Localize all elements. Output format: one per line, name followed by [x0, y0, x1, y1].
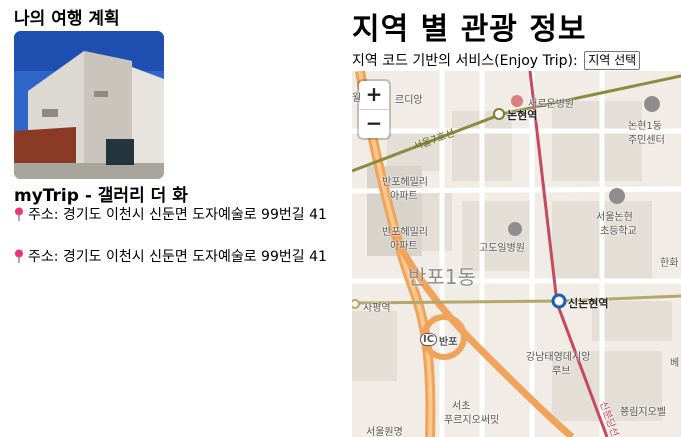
map-label: 서울논현 — [596, 212, 633, 223]
map-label: 반포 — [439, 337, 458, 348]
service-label: 지역 코드 기반의 서비스(Enjoy Trip): — [352, 53, 578, 69]
trip-name: myTrip - 갤러리 더 화 — [14, 186, 188, 206]
trip-plan-title: 나의 여행 계획 — [14, 9, 120, 29]
map-label: 베 — [670, 358, 680, 369]
zoom-out-button[interactable]: − — [359, 110, 389, 138]
address-item: 주소: 경기도 이천시 신둔면 도자예술로 99번길 41 — [14, 246, 334, 268]
zoom-control: + − — [359, 81, 389, 138]
map-pin-icon — [15, 249, 23, 263]
map-label: 서울원명 — [366, 427, 403, 437]
address-text: 주소: 경기도 이천시 신둔면 도자예술로 99번길 41 — [28, 249, 327, 265]
map-label: 쭁림지오벨 — [620, 407, 666, 418]
service-row: 지역 코드 기반의 서비스(Enjoy Trip): 지역 선택 — [352, 50, 641, 70]
map-label: 강남태영데시앙 — [526, 352, 591, 363]
zoom-in-button[interactable]: + — [359, 81, 389, 110]
map-label: 루브 — [552, 366, 571, 377]
map-label: 푸르지오써밋 — [444, 415, 500, 426]
district-label: 반포1동 — [408, 265, 476, 289]
station-label: 신논현역 — [568, 297, 609, 310]
station-label: 논현역 — [507, 109, 538, 122]
address-text: 주소: 경기도 이천시 신둔면 도자예술로 99번길 41 — [28, 207, 327, 223]
address-item: 주소: 경기도 이천시 신둔면 도자예술로 99번길 41 — [14, 204, 334, 226]
map-view[interactable]: + − 월 르디앙 새로운병원 논현역 논현1동 주민센터 서울7호선 반포헤밀… — [352, 71, 681, 437]
interchange-icon: IC — [420, 333, 438, 346]
region-select[interactable]: 지역 선택 — [584, 51, 641, 70]
map-label: 월 — [352, 93, 362, 104]
map-label: 초등학교 — [600, 226, 637, 237]
map-label: 논현1동 — [628, 121, 662, 132]
map-label: 주민센터 — [628, 135, 665, 146]
station-label: 사평역 — [363, 303, 391, 314]
trip-thumbnail[interactable] — [14, 31, 164, 179]
map-label: 고도일병원 — [479, 243, 525, 254]
page-title: 지역 별 관광 정보 — [352, 12, 587, 47]
map-label: 한화 — [660, 258, 679, 269]
map-label: 르디앙 — [395, 95, 423, 106]
map-label: 반포헤밀리 — [382, 227, 428, 238]
map-label: 아파트 — [390, 241, 418, 252]
map-label: 서초 — [452, 401, 471, 412]
map-label: 아파트 — [390, 191, 418, 202]
map-label: 반포헤밀리 — [382, 177, 428, 188]
map-pin-icon — [15, 207, 23, 221]
